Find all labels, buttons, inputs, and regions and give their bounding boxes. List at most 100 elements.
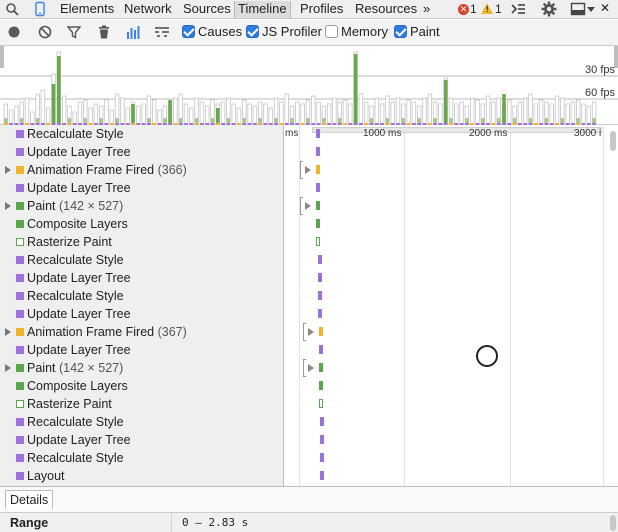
record-bar[interactable] — [320, 417, 324, 426]
column-divider[interactable] — [171, 513, 172, 532]
record-row[interactable]: Rasterize Paint — [0, 395, 283, 413]
causes-checkbox[interactable] — [182, 25, 195, 38]
tab-network[interactable]: Network — [124, 1, 172, 18]
expand-arrow-icon[interactable] — [5, 166, 11, 174]
record-row[interactable]: Update Layer Tree — [0, 341, 283, 359]
close-icon[interactable]: ✕ — [600, 1, 610, 18]
record-row[interactable]: Update Layer Tree — [0, 143, 283, 161]
gear-icon[interactable] — [541, 1, 557, 17]
record-row[interactable]: Animation Frame Fired (367) — [0, 323, 283, 341]
record-row[interactable]: Composite Layers — [0, 377, 283, 395]
frame-bar — [252, 105, 258, 125]
record-bar[interactable] — [318, 309, 322, 318]
record-bar[interactable] — [320, 471, 324, 480]
record-bar[interactable] — [318, 255, 322, 264]
clear-icon[interactable] — [37, 24, 53, 40]
paint-checkbox[interactable] — [394, 25, 407, 38]
frame-bar — [109, 109, 114, 125]
record-bar[interactable] — [318, 291, 322, 300]
console-drawer-icon[interactable] — [510, 1, 526, 17]
record-row[interactable]: Recalculate Style — [0, 125, 283, 143]
vertical-scrollbar[interactable] — [610, 131, 616, 151]
record-bar[interactable] — [316, 147, 320, 156]
record-bar[interactable] — [316, 237, 320, 246]
record-bar[interactable] — [320, 453, 324, 462]
record-row[interactable]: Recalculate Style — [0, 251, 283, 269]
record-row[interactable]: Recalculate Style — [0, 413, 283, 431]
record-row[interactable]: Layout — [0, 467, 283, 485]
record-row[interactable]: Update Layer Tree — [0, 179, 283, 197]
record-title: Paint — [27, 361, 56, 375]
record-row[interactable]: Paint (142 × 527) — [0, 197, 283, 215]
tab-details[interactable]: Details — [5, 490, 54, 509]
dock-dropdown-icon[interactable] — [587, 5, 595, 13]
memory-checkbox[interactable] — [325, 25, 338, 38]
expand-arrow-icon[interactable] — [305, 166, 311, 174]
warning-count[interactable]: 1 — [495, 1, 502, 17]
record-bar[interactable] — [319, 399, 323, 408]
group-expander[interactable] — [300, 197, 314, 215]
frames-overview-chart[interactable] — [0, 46, 618, 126]
error-count[interactable]: 1 — [470, 1, 477, 17]
record-label: Recalculate Style — [27, 449, 124, 467]
record-icon[interactable] — [6, 24, 22, 40]
expand-arrow-icon[interactable] — [305, 202, 311, 210]
dock-side-icon[interactable] — [570, 1, 586, 17]
record-bar[interactable] — [316, 165, 320, 174]
record-title: Update Layer Tree — [27, 307, 131, 321]
group-expander[interactable] — [303, 323, 317, 341]
filter-icon[interactable] — [66, 24, 82, 40]
timeline-grid[interactable]: ms 1000 ms 2000 ms 3000 i — [285, 125, 618, 486]
group-expander[interactable] — [300, 161, 314, 179]
category-swatch — [16, 238, 24, 246]
tab-profiles[interactable]: Profiles — [300, 1, 343, 18]
frame-bar — [46, 107, 51, 125]
expand-arrow-icon[interactable] — [308, 364, 314, 372]
time-ruler-scrollbar[interactable] — [312, 127, 602, 133]
tab-timeline[interactable]: Timeline — [234, 1, 291, 18]
record-bar[interactable] — [319, 363, 323, 372]
record-bar[interactable] — [319, 345, 323, 354]
flame-chart-icon[interactable] — [154, 24, 170, 40]
expand-arrow-icon[interactable] — [5, 202, 11, 210]
expand-arrow-icon[interactable] — [308, 328, 314, 336]
record-row[interactable]: Recalculate Style — [0, 449, 283, 467]
record-bar[interactable] — [316, 183, 320, 192]
record-row[interactable]: Composite Layers — [0, 215, 283, 233]
trash-icon[interactable] — [96, 24, 112, 40]
record-bar[interactable] — [316, 129, 320, 138]
record-bar[interactable] — [318, 273, 322, 282]
frame-bar — [125, 107, 130, 125]
tab-elements[interactable]: Elements — [60, 1, 114, 18]
record-row[interactable]: Animation Frame Fired (366) — [0, 161, 283, 179]
frames-overview[interactable]: 30 fps 60 fps — [0, 45, 618, 125]
expand-arrow-icon[interactable] — [5, 364, 11, 372]
expand-arrow-icon[interactable] — [5, 328, 11, 336]
js-profiler-checkbox[interactable] — [246, 25, 259, 38]
record-row[interactable]: Update Layer Tree — [0, 305, 283, 323]
record-row[interactable]: Paint (142 × 527) — [0, 359, 283, 377]
device-mode-icon[interactable] — [32, 1, 48, 17]
record-bar[interactable] — [316, 201, 320, 210]
record-bar[interactable] — [319, 327, 323, 336]
record-bar[interactable] — [319, 381, 323, 390]
record-row[interactable]: Recalculate Style — [0, 287, 283, 305]
tab-resources[interactable]: Resources — [355, 1, 417, 18]
tab-sources[interactable]: Sources — [183, 1, 231, 18]
frames-view-icon[interactable] — [126, 24, 142, 40]
record-row[interactable]: Update Layer Tree — [0, 269, 283, 287]
record-row[interactable]: Update Layer Tree — [0, 431, 283, 449]
frame-bar — [379, 103, 385, 125]
error-icon[interactable]: ✕ — [458, 4, 469, 15]
records-tree: Recalculate Style Update Layer Tree Animat… — [0, 125, 284, 486]
more-tabs-icon[interactable]: » — [423, 1, 430, 18]
record-bar[interactable] — [320, 435, 324, 444]
search-icon[interactable] — [4, 1, 20, 17]
record-row[interactable]: Rasterize Paint — [0, 233, 283, 251]
group-expander[interactable] — [303, 359, 317, 377]
record-label: Recalculate Style — [27, 251, 124, 269]
frame-bar — [454, 103, 459, 125]
details-scrollbar[interactable] — [610, 515, 616, 531]
record-bar[interactable] — [316, 219, 320, 228]
frame-bar — [173, 97, 178, 125]
